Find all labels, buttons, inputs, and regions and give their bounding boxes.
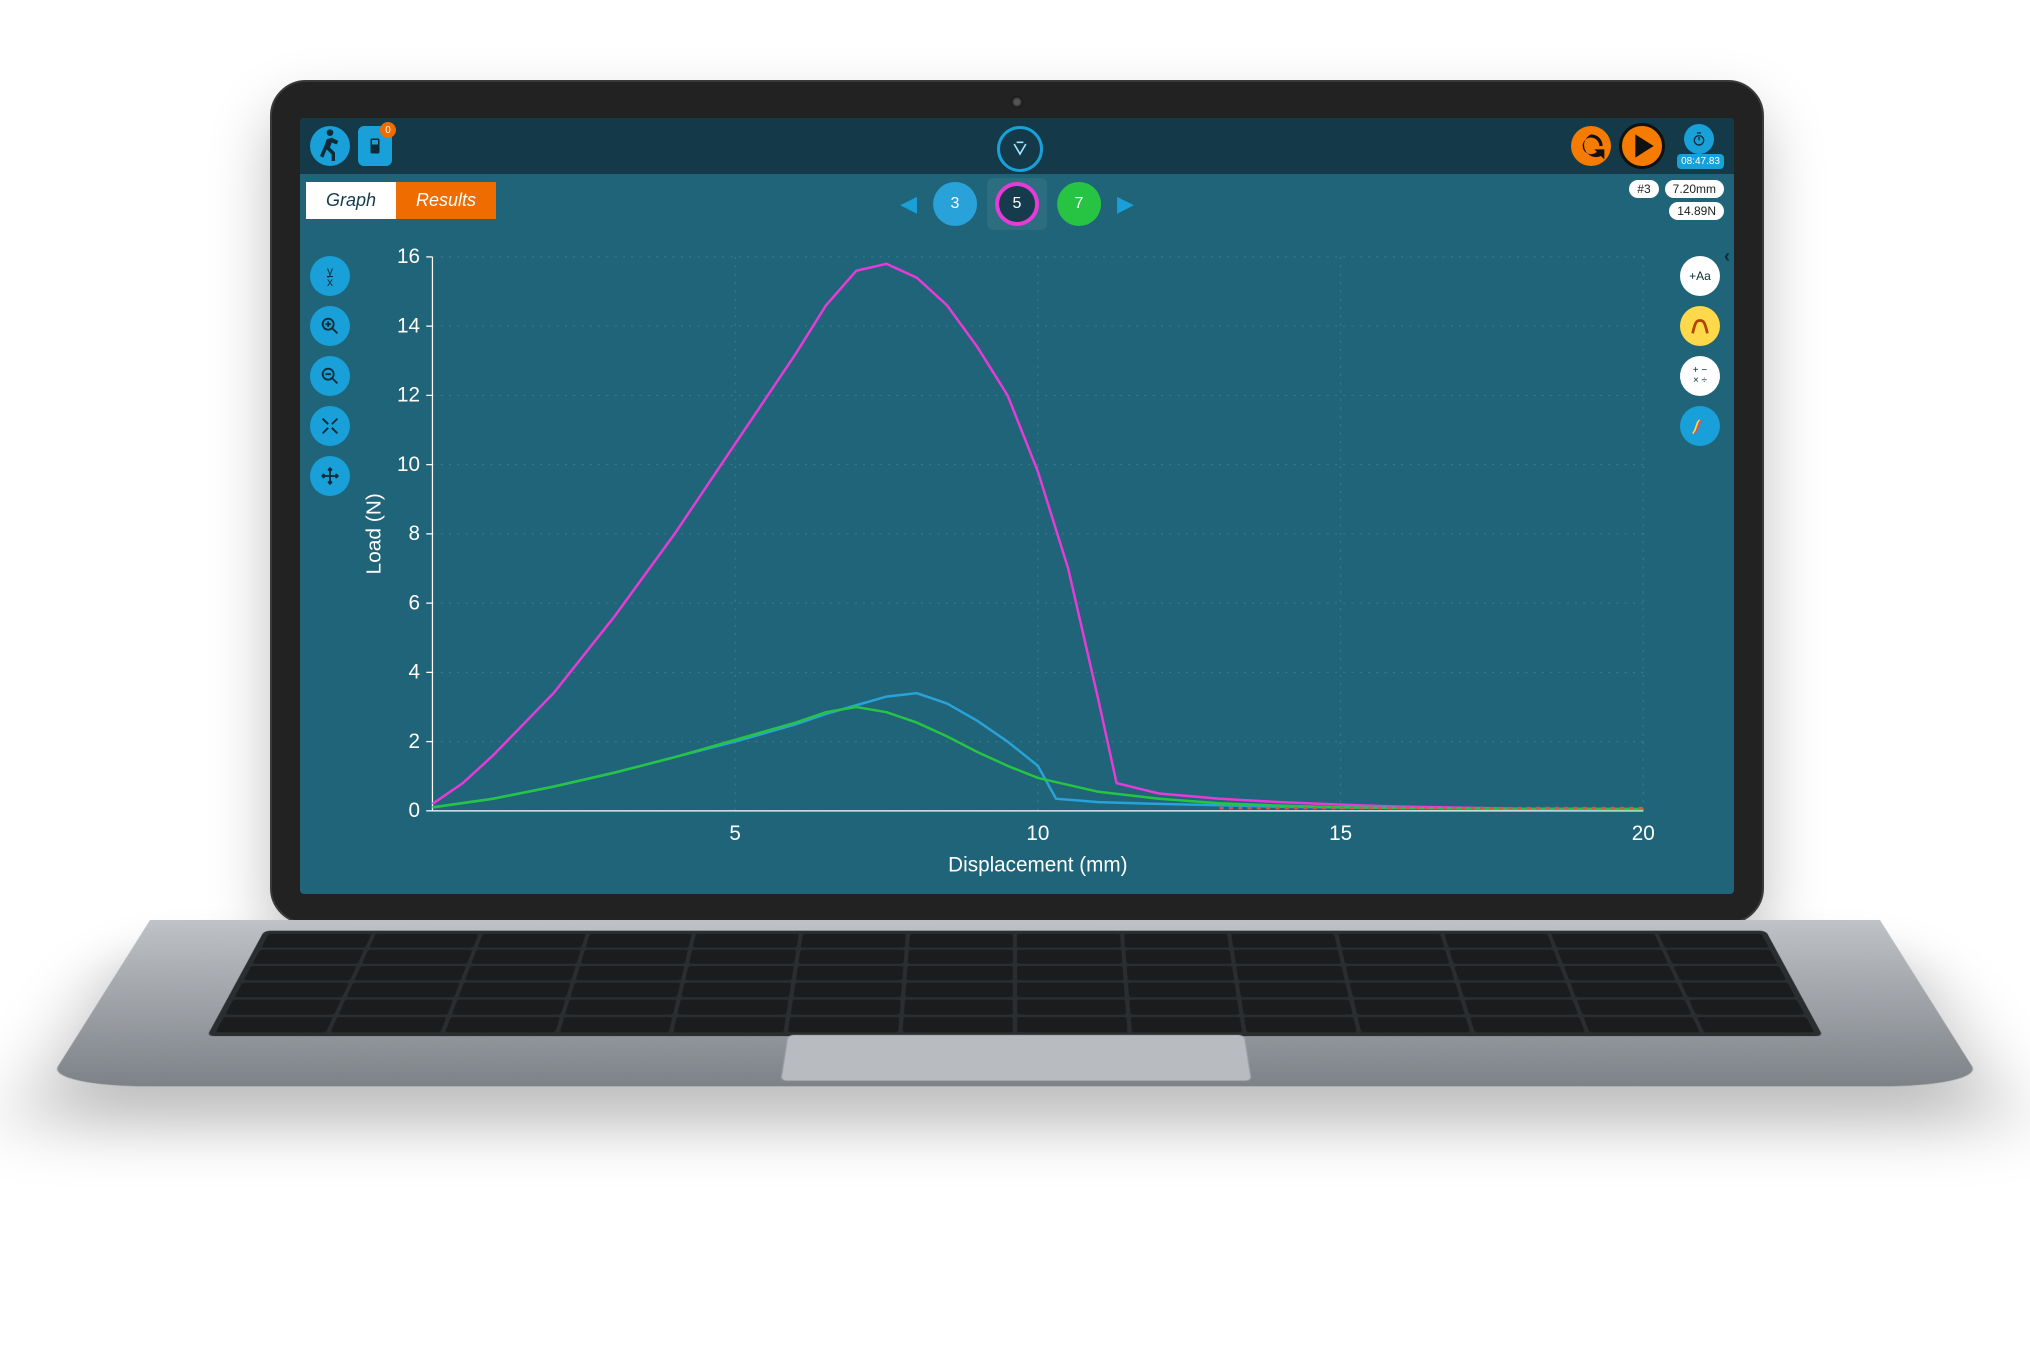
calculator-tool[interactable]: + −× ÷ [1680,356,1720,396]
compare-curves-icon [1689,415,1711,437]
timer-readout: 08:47.83 [1677,154,1724,169]
logo-v-icon [1010,139,1030,159]
tab-graph[interactable]: Graph [306,182,396,219]
readout-x: 7.20mm [1665,180,1724,198]
device-icon [366,135,384,157]
svg-text:15: 15 [1329,822,1352,845]
tab-results[interactable]: Results [396,182,496,219]
device-status-button[interactable]: 0 [358,126,392,166]
trackpad [780,1035,1251,1081]
webcam-dot [1011,96,1023,108]
running-person-icon [310,126,350,166]
svg-text:12: 12 [397,384,420,407]
svg-text:10: 10 [1026,822,1049,845]
refresh-icon [1571,126,1611,166]
svg-text:14: 14 [397,314,420,337]
right-toolbar: +Aa + −× ÷ [1680,256,1720,446]
readout-series: #3 [1629,180,1658,198]
readout-y: 14.89N [1669,202,1724,220]
svg-text:6: 6 [409,591,421,614]
fit-tool[interactable] [310,406,350,446]
left-toolbar: yx [310,256,350,496]
laptop-keyboard [45,920,1984,1086]
run-prev-button[interactable]: ◀ [894,191,923,217]
run-next-button[interactable]: ▶ [1111,191,1140,217]
axes-xy-icon: yx [327,266,333,287]
run-chip-7[interactable]: 7 [1057,182,1101,226]
annotate-tool[interactable]: +Aa [1680,256,1720,296]
fit-icon [319,415,341,437]
svg-text:10: 10 [397,453,420,476]
stopwatch-icon [1691,131,1707,147]
exit-button[interactable] [310,126,350,166]
svg-text:Displacement (mm): Displacement (mm) [948,853,1127,876]
app-screen: 0 08:47. [300,118,1734,894]
refresh-button[interactable] [1571,126,1611,166]
subheader: Graph Results ◀ 3 5 7 ▶ #3 7.20mm 14.89N [300,174,1734,226]
compare-tool[interactable] [1680,406,1720,446]
device-badge-count: 0 [380,122,396,138]
timer-button[interactable] [1684,124,1714,154]
annotate-icon: +Aa [1689,269,1711,283]
keyboard-keys [207,931,1823,1036]
zoom-in-tool[interactable] [310,306,350,346]
peak-tool[interactable] [1680,306,1720,346]
peak-icon [1689,315,1711,337]
svg-text:Load (N): Load (N) [363,493,386,574]
svg-text:5: 5 [729,822,741,845]
svg-text:2: 2 [409,730,421,753]
svg-text:8: 8 [409,522,421,545]
play-icon [1622,126,1662,166]
svg-text:16: 16 [397,245,420,268]
calculator-icon: + −× ÷ [1693,366,1707,386]
top-bar: 0 08:47. [300,118,1734,174]
zoom-out-icon [319,365,341,387]
run-chip-5[interactable]: 5 [995,182,1039,226]
svg-text:20: 20 [1632,822,1655,845]
pan-tool[interactable] [310,456,350,496]
right-toolbar-toggle[interactable]: ‹ [1724,246,1730,267]
svg-text:0: 0 [409,799,421,822]
plot-area: yx ‹ +Aa + −× ÷ 0 2 4 6 8 10 12 14 16 5 10 15 20 Disp… [300,226,1734,894]
svg-text:4: 4 [409,661,421,684]
view-tabs: Graph Results [306,182,496,219]
run-chip-3[interactable]: 3 [933,182,977,226]
zoom-in-icon [319,315,341,337]
laptop-bezel: 0 08:47. [270,80,1764,924]
app-logo [997,126,1043,172]
chart-svg[interactable]: 0 2 4 6 8 10 12 14 16 5 10 15 20 Displacement (mm) Loa… [360,236,1664,884]
cursor-readouts: #3 7.20mm 14.89N [1629,180,1724,220]
laptop-mockup: 0 08:47. [270,80,1760,1110]
play-button[interactable] [1619,123,1665,169]
run-selector: ◀ 3 5 7 ▶ [894,178,1140,230]
pan-icon [319,465,341,487]
zoom-out-tool[interactable] [310,356,350,396]
axes-tool[interactable]: yx [310,256,350,296]
